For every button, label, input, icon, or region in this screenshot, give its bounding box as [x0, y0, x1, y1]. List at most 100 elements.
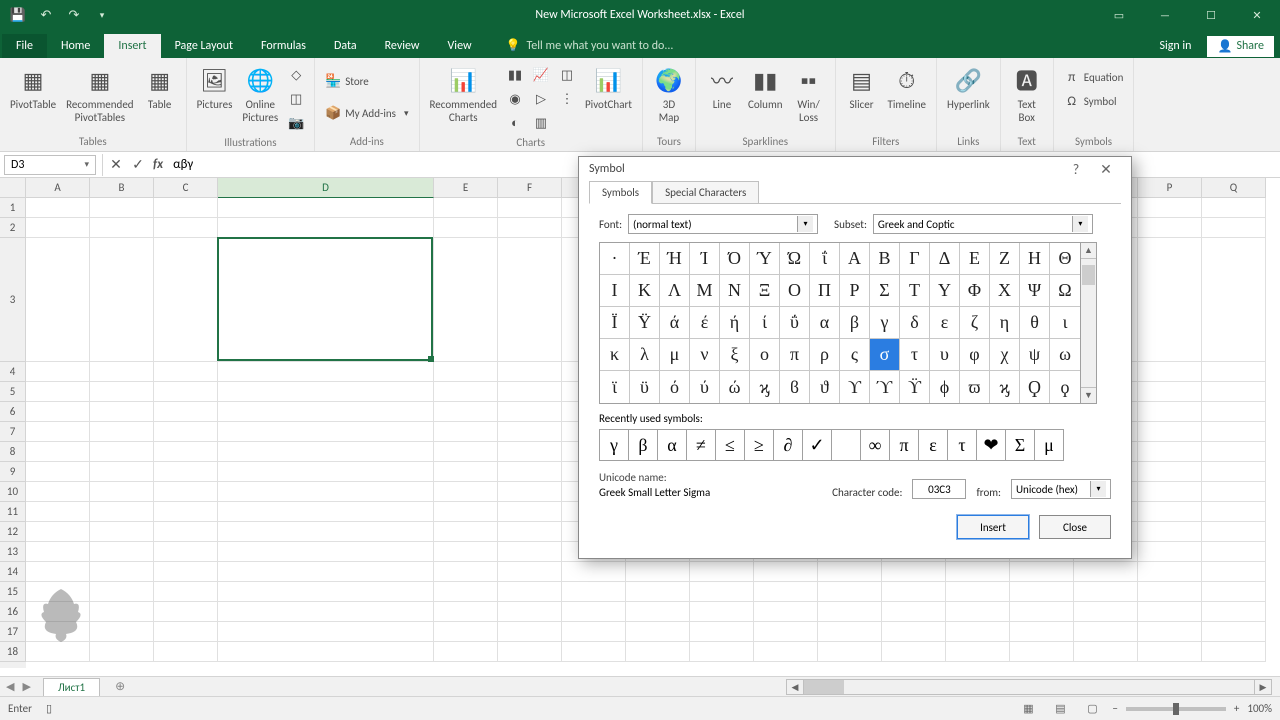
cell[interactable]	[754, 602, 818, 622]
cell[interactable]	[562, 602, 626, 622]
map-button[interactable]: 🌍3D Map	[649, 62, 689, 126]
cell[interactable]	[434, 198, 498, 218]
sparkline-winloss-button[interactable]: ▪▪Win/ Loss	[789, 62, 829, 126]
bar-chart-button[interactable]: ▮▮	[503, 64, 527, 86]
symbol-cell[interactable]: Ν	[720, 275, 750, 307]
cell[interactable]	[90, 482, 154, 502]
cell[interactable]	[882, 582, 946, 602]
cell[interactable]	[154, 238, 218, 362]
add-sheet-button[interactable]: ⊕	[110, 677, 130, 697]
cell[interactable]	[434, 218, 498, 238]
symbol-cell[interactable]: ϗ	[750, 371, 780, 403]
row-header[interactable]: 5	[0, 382, 26, 402]
cell[interactable]	[882, 562, 946, 582]
cell[interactable]	[818, 562, 882, 582]
cell[interactable]	[690, 602, 754, 622]
symbol-cell[interactable]: ϑ	[810, 371, 840, 403]
cell[interactable]	[1138, 442, 1202, 462]
symbol-cell[interactable]: ε	[930, 307, 960, 339]
stat-chart-button[interactable]: ▷	[529, 88, 553, 110]
scroll-left-icon[interactable]: ◀	[786, 679, 804, 695]
row-header[interactable]: 3	[0, 238, 26, 362]
symbol-cell[interactable]: ϒ	[840, 371, 870, 403]
recent-symbol-cell[interactable]: π	[889, 429, 919, 461]
symbol-cell[interactable]: Π	[810, 275, 840, 307]
cell[interactable]	[154, 382, 218, 402]
cell[interactable]	[26, 502, 90, 522]
row-header[interactable]: 4	[0, 362, 26, 382]
cell[interactable]	[498, 442, 562, 462]
cell[interactable]	[882, 622, 946, 642]
subset-select[interactable]: Greek and Coptic▾	[873, 214, 1093, 234]
symbol-cell[interactable]: Ε	[960, 243, 990, 275]
pictures-button[interactable]: 🖼Pictures	[193, 62, 237, 113]
symbol-cell[interactable]: α	[810, 307, 840, 339]
cell[interactable]	[434, 382, 498, 402]
symbol-cell[interactable]: Ϙ	[1020, 371, 1050, 403]
symbol-cell[interactable]: χ	[990, 339, 1020, 371]
ribbon-options-icon[interactable]: ▭	[1096, 0, 1142, 30]
tab-file[interactable]: File	[2, 34, 47, 58]
row-header[interactable]: 15	[0, 582, 26, 602]
cell[interactable]	[1138, 562, 1202, 582]
symbol-cell[interactable]: ϖ	[960, 371, 990, 403]
cell[interactable]	[434, 582, 498, 602]
cell[interactable]	[1138, 422, 1202, 442]
maximize-icon[interactable]: ☐	[1188, 0, 1234, 30]
cell[interactable]	[626, 562, 690, 582]
cell[interactable]	[1202, 642, 1266, 662]
cell[interactable]	[154, 482, 218, 502]
cell[interactable]	[498, 422, 562, 442]
symbol-cell[interactable]: γ	[870, 307, 900, 339]
cell[interactable]	[690, 622, 754, 642]
zoom-slider[interactable]	[1126, 707, 1226, 711]
cell[interactable]	[1074, 582, 1138, 602]
cell[interactable]	[754, 562, 818, 582]
cell[interactable]	[434, 562, 498, 582]
cell[interactable]	[26, 542, 90, 562]
recent-symbol-cell[interactable]: β	[628, 429, 658, 461]
treemap-button[interactable]: ◫	[555, 64, 579, 86]
cell[interactable]	[1138, 198, 1202, 218]
cell[interactable]	[498, 238, 562, 362]
smartart-button[interactable]: ◫	[284, 88, 308, 110]
name-box[interactable]: D3▾	[4, 155, 96, 175]
combo-chart-button[interactable]: ▥	[529, 112, 553, 134]
cell[interactable]	[154, 198, 218, 218]
symbol-cell[interactable]: δ	[900, 307, 930, 339]
cell[interactable]	[946, 602, 1010, 622]
cell[interactable]	[218, 482, 434, 502]
cell[interactable]	[1202, 482, 1266, 502]
tab-view[interactable]: View	[434, 34, 486, 58]
cell[interactable]	[90, 422, 154, 442]
symbol-cell[interactable]: Θ	[1050, 243, 1080, 275]
cell[interactable]	[498, 362, 562, 382]
cell[interactable]	[218, 218, 434, 238]
cell[interactable]	[1074, 642, 1138, 662]
row-header[interactable]: 10	[0, 482, 26, 502]
row-header[interactable]: 11	[0, 502, 26, 522]
symbol-cell[interactable]: Α	[840, 243, 870, 275]
row-header[interactable]: 13	[0, 542, 26, 562]
cell[interactable]	[154, 462, 218, 482]
cell[interactable]	[1010, 582, 1074, 602]
cell[interactable]	[26, 362, 90, 382]
cell[interactable]	[1202, 362, 1266, 382]
cell[interactable]	[1138, 542, 1202, 562]
symbol-cell[interactable]: μ	[660, 339, 690, 371]
cell[interactable]	[1010, 562, 1074, 582]
cell[interactable]	[154, 562, 218, 582]
symbol-cell[interactable]: Ό	[720, 243, 750, 275]
symbol-cell[interactable]: ϋ	[630, 371, 660, 403]
symbol-cell[interactable]: Ώ	[780, 243, 810, 275]
horizontal-scrollbar[interactable]: ◀ ▶	[786, 678, 1272, 696]
recent-symbol-cell[interactable]: Σ	[1005, 429, 1035, 461]
symbol-cell[interactable]: Χ	[990, 275, 1020, 307]
cell[interactable]	[1202, 218, 1266, 238]
recent-symbol-cell[interactable]: ≠	[686, 429, 716, 461]
cell[interactable]	[434, 402, 498, 422]
symbol-cell[interactable]: ζ	[960, 307, 990, 339]
symbol-cell[interactable]: β	[840, 307, 870, 339]
col-header[interactable]: P	[1138, 178, 1202, 198]
cell[interactable]	[626, 642, 690, 662]
